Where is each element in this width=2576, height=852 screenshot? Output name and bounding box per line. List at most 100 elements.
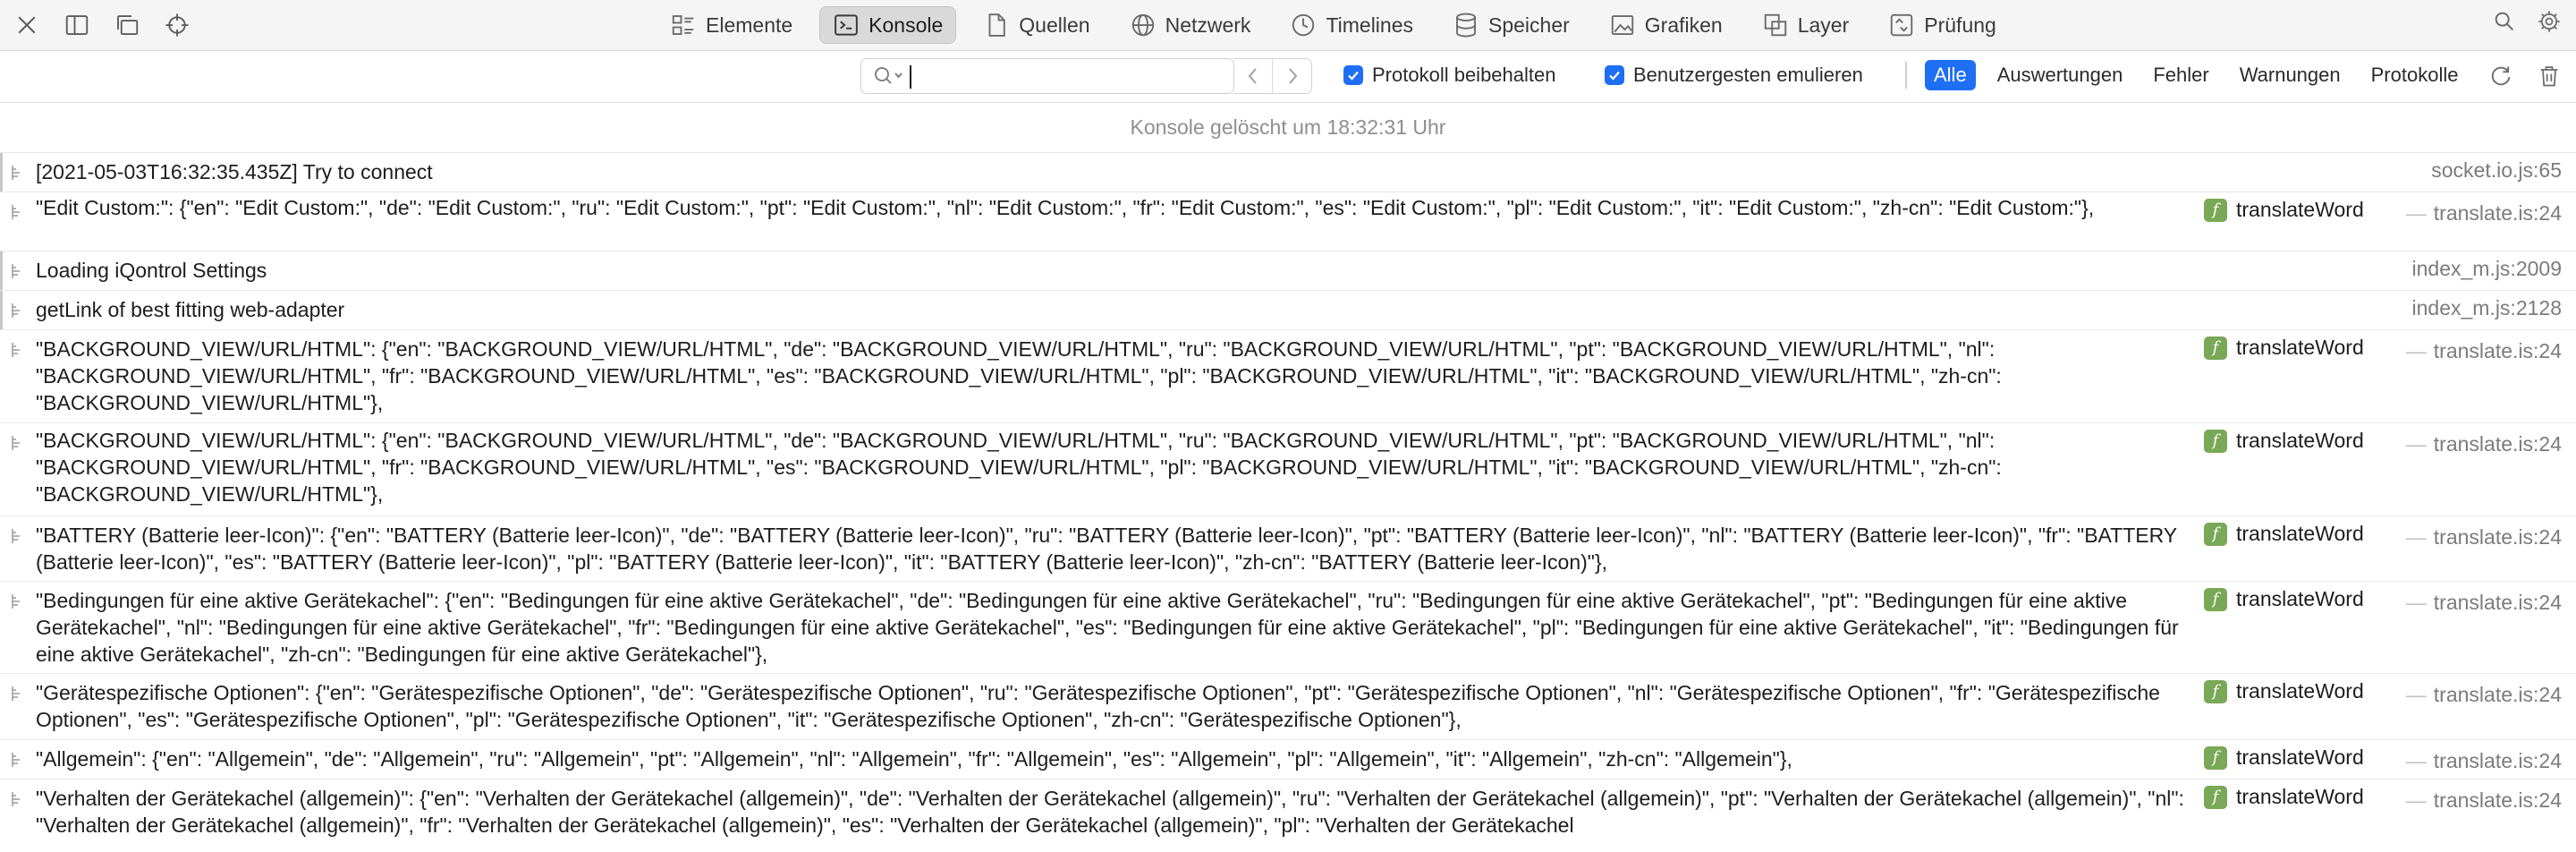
console-message[interactable]: "BATTERY (Batterie leer-Icon)": {"en": "… xyxy=(0,516,2576,582)
message-source-link[interactable]: — translate.is:24 xyxy=(2406,788,2562,813)
emulate-user-gesture-checkbox[interactable]: Benutzergesten emulieren xyxy=(1605,64,1863,87)
call-site-function[interactable]: f translateWord xyxy=(2204,198,2364,222)
preserve-log-checkbox[interactable]: Protokoll beibehalten xyxy=(1343,64,1555,87)
function-name: translateWord xyxy=(2236,679,2364,703)
function-name: translateWord xyxy=(2236,198,2364,221)
tab-grafiken[interactable]: Grafiken xyxy=(1597,6,1735,44)
search-icon[interactable] xyxy=(2492,9,2517,34)
level-evaluations-button[interactable]: Auswertungen xyxy=(1988,60,2132,90)
message-text: "Bedingungen für eine aktive Gerätekache… xyxy=(36,589,2179,666)
search-navigation xyxy=(1233,58,1312,94)
reload-icon[interactable] xyxy=(2488,64,2513,89)
tab-label: Netzwerk xyxy=(1165,13,1251,37)
message-source-link[interactable]: socket.io.js:65 xyxy=(2431,158,2562,183)
message-source-link[interactable]: — translate.is:24 xyxy=(2406,201,2562,226)
message-text: getLink of best fitting web-adapter xyxy=(36,298,345,321)
console-message[interactable]: "BACKGROUND_VIEW/URL/HTML": {"en": "BACK… xyxy=(0,330,2576,423)
checkbox-checked-icon[interactable] xyxy=(1343,65,1363,85)
log-message-icon xyxy=(12,753,20,767)
console-message[interactable]: "BACKGROUND_VIEW/URL/HTML": {"en": "BACK… xyxy=(0,423,2576,516)
level-warnings-button[interactable]: Warnungen xyxy=(2231,60,2350,90)
message-text: "BACKGROUND_VIEW/URL/HTML": {"en": "BACK… xyxy=(36,429,2002,506)
console-filter-bar: Protokoll beibehalten Benutzergesten emu… xyxy=(0,51,2576,103)
log-message-icon xyxy=(12,264,20,278)
tab-quellen[interactable]: Quellen xyxy=(970,6,1102,44)
search-filter-icon[interactable] xyxy=(872,64,904,88)
toolbar-window-controls xyxy=(11,7,193,43)
source-location: translate.is:24 xyxy=(2433,201,2562,225)
console-message[interactable]: [2021-05-03T16:32:35.435Z] Try to connec… xyxy=(0,153,2576,192)
message-source-link[interactable]: — translate.is:24 xyxy=(2406,749,2562,773)
message-marker xyxy=(0,153,3,192)
chevron-left-icon xyxy=(1248,68,1257,84)
console-message[interactable]: "Edit Custom:": {"en": "Edit Custom:", "… xyxy=(0,192,2576,251)
tab-elemente[interactable]: Elemente xyxy=(657,6,805,44)
source-location: translate.is:24 xyxy=(2433,525,2562,549)
toolbar-right xyxy=(2492,9,2562,34)
separator-dash: — xyxy=(2405,201,2427,225)
level-all-button[interactable]: Alle xyxy=(1925,60,1976,90)
call-site-function[interactable]: f translateWord xyxy=(2204,785,2364,809)
devtools-toolbar: Elemente Konsole Quellen Netzwerk Timeli… xyxy=(0,0,2576,51)
log-message-icon xyxy=(12,436,20,450)
console-message[interactable]: "Bedingungen für eine aktive Gerätekache… xyxy=(0,582,2576,674)
console-message[interactable]: "Gerätespezifische Optionen": {"en": "Ge… xyxy=(0,674,2576,740)
message-source-link[interactable]: — translate.is:24 xyxy=(2406,683,2562,707)
tab-pruefung[interactable]: Prüfung xyxy=(1876,6,2009,44)
network-icon xyxy=(1131,13,1154,37)
function-icon: f xyxy=(2204,336,2227,360)
tab-speicher[interactable]: Speicher xyxy=(1440,6,1582,44)
call-site-function[interactable]: f translateWord xyxy=(2204,336,2364,360)
call-site-function[interactable]: f translateWord xyxy=(2204,429,2364,453)
source-location: translate.is:24 xyxy=(2433,591,2562,614)
console-message[interactable]: getLink of best fitting web-adapter inde… xyxy=(0,291,2576,330)
dock-side-icon[interactable] xyxy=(61,9,93,41)
call-site-function[interactable]: f translateWord xyxy=(2204,746,2364,770)
tab-label: Prüfung xyxy=(1924,13,1996,37)
function-name: translateWord xyxy=(2236,587,2364,610)
console-filter-field[interactable] xyxy=(860,58,1234,94)
tab-netzwerk[interactable]: Netzwerk xyxy=(1117,6,1264,44)
filter-bar-actions xyxy=(2488,64,2562,89)
tab-layer[interactable]: Layer xyxy=(1750,6,1862,44)
separator-dash: — xyxy=(2405,339,2427,362)
checkbox-checked-icon[interactable] xyxy=(1605,65,1624,85)
console-filter-input[interactable] xyxy=(910,63,1199,91)
console-message[interactable]: "Verhalten der Gerätekachel (allgemein)"… xyxy=(0,780,2576,846)
level-errors-button[interactable]: Fehler xyxy=(2144,60,2217,90)
source-location: translate.is:24 xyxy=(2433,339,2562,362)
message-marker xyxy=(0,291,3,329)
message-source-link[interactable]: — translate.is:24 xyxy=(2406,591,2562,615)
console-message[interactable]: "Allgemein": {"en": "Allgemein", "de": "… xyxy=(0,740,2576,780)
tab-konsole[interactable]: Konsole xyxy=(819,6,957,44)
separator-dash: — xyxy=(2405,683,2427,706)
previous-result-button[interactable] xyxy=(1233,59,1273,93)
message-source-link[interactable]: — translate.is:24 xyxy=(2406,432,2562,456)
message-text: "BACKGROUND_VIEW/URL/HTML": {"en": "BACK… xyxy=(36,337,2002,414)
source-location: translate.is:24 xyxy=(2433,749,2562,772)
log-message-icon xyxy=(12,166,20,180)
function-icon: f xyxy=(2204,785,2227,809)
message-source-link[interactable]: index_m.js:2128 xyxy=(2412,296,2563,320)
detach-window-icon[interactable] xyxy=(111,9,143,41)
function-name: translateWord xyxy=(2236,746,2364,769)
console-message[interactable]: Loading iQontrol Settings index_m.js:200… xyxy=(0,251,2576,291)
console-cleared-notice: Konsole gelöscht um 18:32:31 Uhr xyxy=(0,103,2576,153)
message-source-link[interactable]: — translate.is:24 xyxy=(2406,525,2562,550)
call-site-function[interactable]: f translateWord xyxy=(2204,522,2364,546)
level-logs-button[interactable]: Protokolle xyxy=(2362,60,2468,90)
message-source-link[interactable]: — translate.is:24 xyxy=(2406,339,2562,363)
trash-icon[interactable] xyxy=(2537,64,2562,89)
call-site-function[interactable]: f translateWord xyxy=(2204,587,2364,611)
tab-timelines[interactable]: Timelines xyxy=(1277,6,1426,44)
log-message-icon xyxy=(12,686,20,701)
gear-icon[interactable] xyxy=(2537,9,2562,34)
call-site-function[interactable]: f translateWord xyxy=(2204,679,2364,703)
close-icon[interactable] xyxy=(11,9,43,41)
message-text: "Gerätespezifische Optionen": {"en": "Ge… xyxy=(36,681,2160,731)
tab-label: Elemente xyxy=(706,13,793,37)
message-source-link[interactable]: index_m.js:2009 xyxy=(2412,257,2563,281)
function-name: translateWord xyxy=(2236,785,2364,808)
element-picker-icon[interactable] xyxy=(161,9,193,41)
next-result-button[interactable] xyxy=(1273,59,1311,93)
